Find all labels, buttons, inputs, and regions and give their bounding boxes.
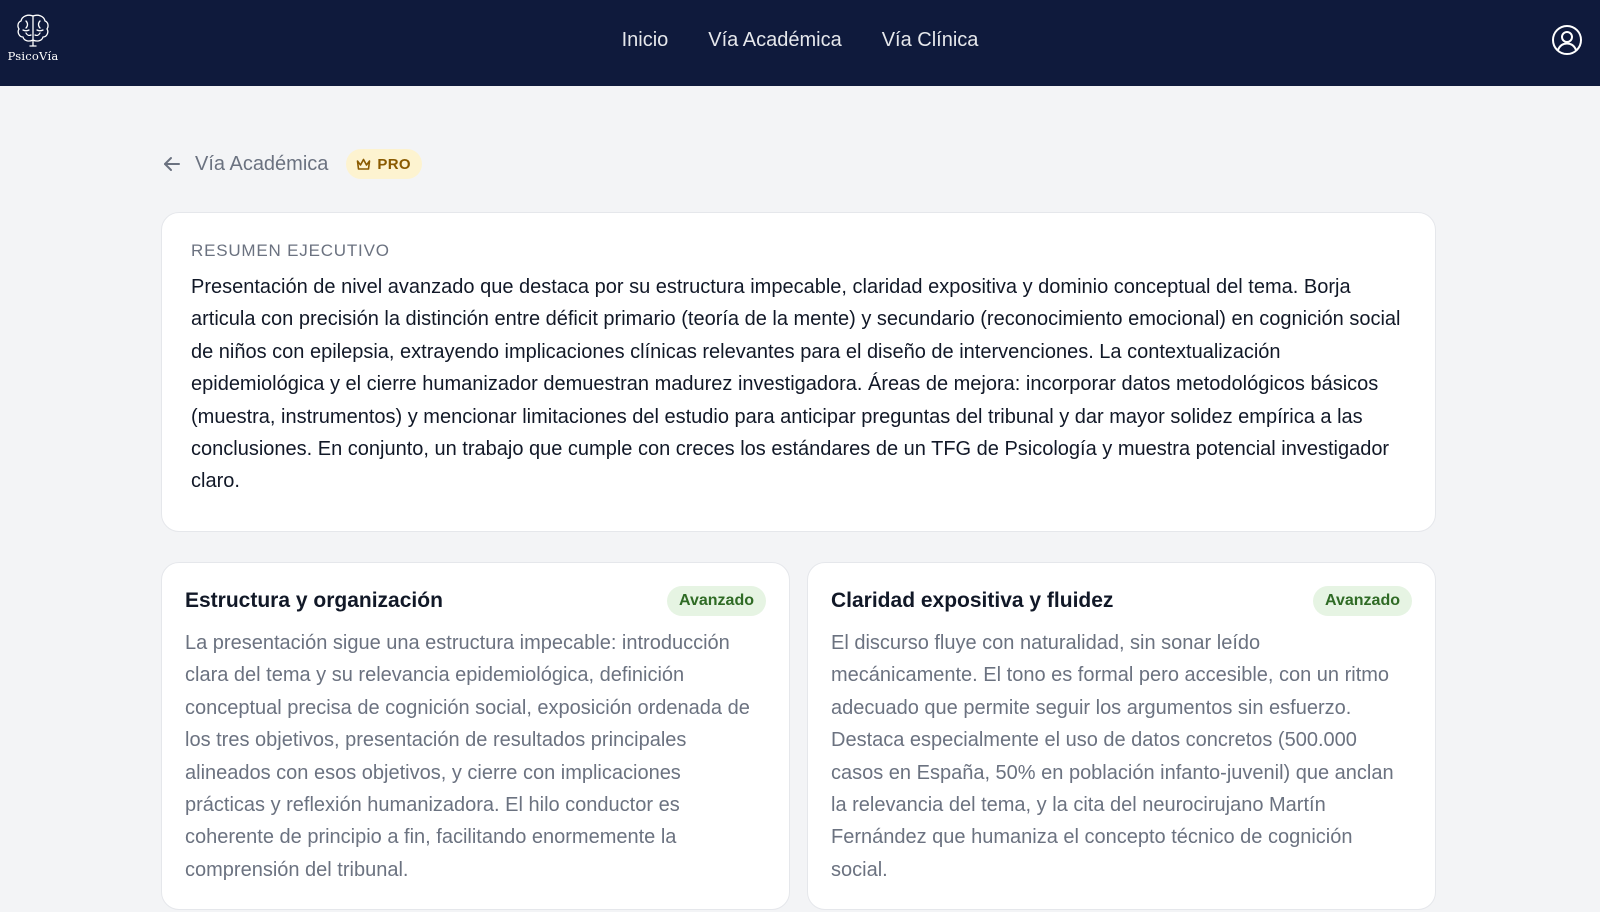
criterion-text: La presentación sigue una estructura imp… xyxy=(185,632,750,881)
level-badge: Avanzado xyxy=(667,586,766,616)
top-navbar: PsicoVía Inicio Vía Académica Vía Clínic… xyxy=(0,0,1600,86)
criterion-header: Claridad expositiva y fluidez Avanzado xyxy=(831,585,1412,617)
pro-badge-label: PRO xyxy=(377,155,411,173)
criterion-text: El discurso fluye con naturalidad, sin s… xyxy=(831,632,1394,881)
nav-link-via-clinica[interactable]: Vía Clínica xyxy=(882,29,979,52)
executive-summary-card: RESUMEN EJECUTIVO Presentación de nivel … xyxy=(161,212,1436,532)
criterion-header: Estructura y organización Avanzado xyxy=(185,585,766,617)
arrow-left-icon xyxy=(164,157,180,171)
back-label: Vía Académica xyxy=(195,152,329,175)
criterion-card: Claridad expositiva y fluidez Avanzado E… xyxy=(807,562,1436,910)
user-account-button[interactable] xyxy=(1551,24,1583,56)
criterion-card: Estructura y organización Avanzado La pr… xyxy=(161,562,790,910)
crown-icon xyxy=(357,158,371,170)
breadcrumb: Vía Académica PRO xyxy=(162,148,422,180)
level-badge: Avanzado xyxy=(1313,586,1412,616)
summary-text: Presentación de nivel avanzado que desta… xyxy=(191,276,1401,493)
user-circle-icon xyxy=(1552,25,1582,55)
criterion-title: Claridad expositiva y fluidez xyxy=(831,589,1114,612)
main-nav: Inicio Vía Académica Vía Clínica xyxy=(0,0,1600,80)
nav-link-inicio[interactable]: Inicio xyxy=(622,29,669,52)
pro-badge: PRO xyxy=(346,149,422,179)
nav-link-via-academica[interactable]: Vía Académica xyxy=(708,29,841,52)
back-button[interactable]: Vía Académica xyxy=(162,153,328,176)
criterion-title: Estructura y organización xyxy=(185,589,443,612)
summary-heading: RESUMEN EJECUTIVO xyxy=(191,241,390,260)
